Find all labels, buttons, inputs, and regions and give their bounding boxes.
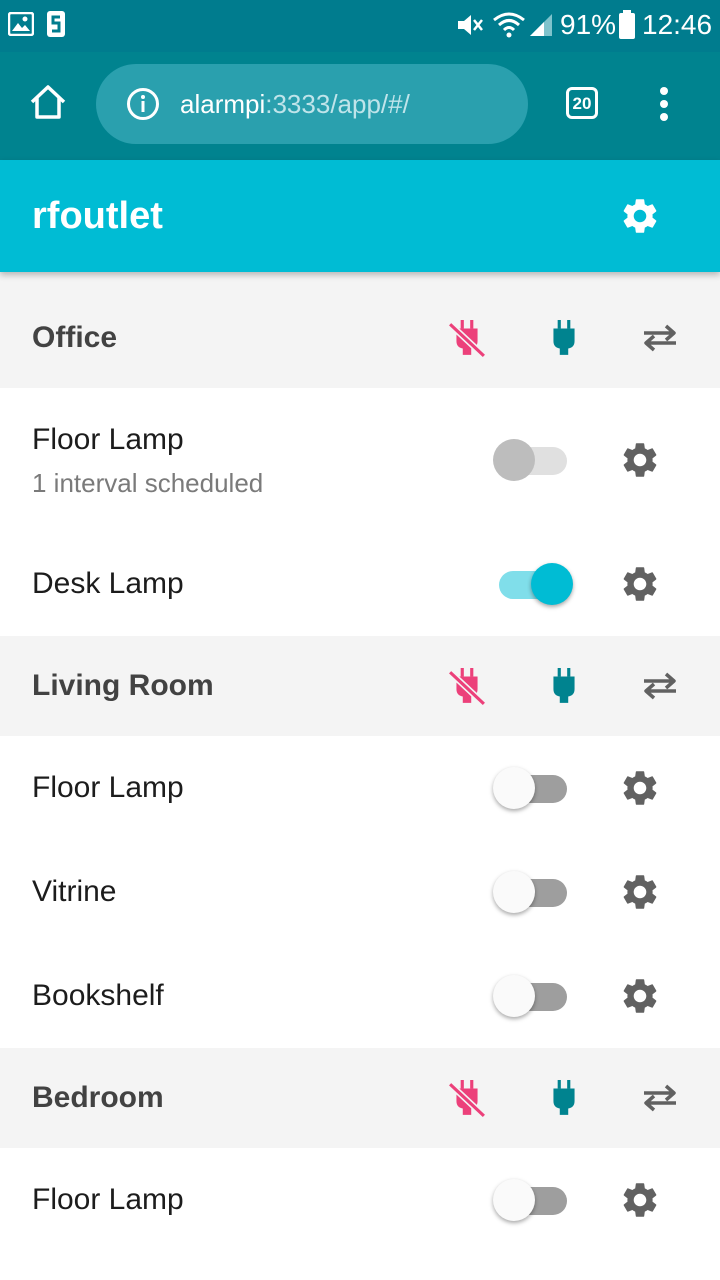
outlet-row[interactable]: Floor Lamp 1 interval scheduled <box>0 388 720 532</box>
toggle-icon[interactable] <box>640 1082 680 1114</box>
gear-icon[interactable] <box>619 439 661 481</box>
status-bar: 91% 12:46 <box>0 0 720 52</box>
group-header-bedroom: Bedroom <box>0 1048 720 1148</box>
group-title: Living Room <box>32 669 214 702</box>
gear-icon[interactable] <box>619 975 661 1017</box>
app-bar: rfoutlet <box>0 160 720 272</box>
outlet-name: Floor Lamp <box>32 423 184 456</box>
outlet-name: Bookshelf <box>32 979 164 1012</box>
power-off-icon[interactable] <box>448 320 486 358</box>
gear-icon[interactable] <box>619 767 661 809</box>
outlet-switch[interactable] <box>493 438 573 482</box>
outlet-schedule-status: 1 interval scheduled <box>32 468 264 498</box>
outlet-row[interactable]: Floor Lamp <box>0 736 720 840</box>
outlet-name: Floor Lamp <box>32 1183 184 1216</box>
group-header-living-room: Living Room <box>0 636 720 736</box>
gear-icon[interactable] <box>619 1179 661 1221</box>
home-icon[interactable] <box>28 82 68 122</box>
outlet-row[interactable]: Vitrine <box>0 840 720 944</box>
info-icon[interactable] <box>126 87 160 121</box>
url-path: :3333/app/#/ <box>265 89 410 119</box>
url-host: alarmpi <box>180 89 266 119</box>
overflow-menu-icon[interactable] <box>656 86 672 126</box>
battery-icon <box>619 10 635 39</box>
outlet-switch[interactable] <box>493 766 573 810</box>
toggle-icon[interactable] <box>640 322 680 354</box>
outlet-row[interactable]: Floor Lamp <box>0 1148 720 1280</box>
power-on-icon[interactable] <box>551 1080 577 1118</box>
url-text[interactable]: alarmpi:3333/app/#/ <box>180 88 410 120</box>
tab-switcher-button[interactable]: 20 <box>566 87 598 119</box>
signal-icon <box>530 14 552 36</box>
power-off-icon[interactable] <box>448 668 486 706</box>
browser-toolbar: alarmpi:3333/app/#/ 20 <box>0 52 720 160</box>
power-off-icon[interactable] <box>448 1080 486 1118</box>
outlet-name: Vitrine <box>32 875 117 908</box>
power-on-icon[interactable] <box>551 668 577 706</box>
toggle-icon[interactable] <box>640 670 680 702</box>
group-header-office: Office <box>0 288 720 388</box>
battery-percent: 91% <box>560 9 617 40</box>
app-notification-icon <box>47 11 65 37</box>
power-on-icon[interactable] <box>551 320 577 358</box>
outlet-switch[interactable] <box>493 1178 573 1222</box>
gear-icon[interactable] <box>619 563 661 605</box>
app-settings-gear-icon[interactable] <box>619 195 661 237</box>
outlet-row[interactable]: Bookshelf <box>0 944 720 1048</box>
outlet-switch[interactable] <box>493 562 573 606</box>
clock: 12:46 <box>642 9 713 40</box>
group-title: Office <box>32 321 118 354</box>
outlet-name: Floor Lamp <box>32 771 184 804</box>
group-title: Bedroom <box>32 1081 164 1114</box>
gallery-notification-icon <box>8 12 34 36</box>
mute-icon <box>458 15 483 35</box>
app-title: rfoutlet <box>32 195 163 237</box>
outlet-switch[interactable] <box>493 974 573 1018</box>
wifi-icon <box>493 12 525 38</box>
gear-icon[interactable] <box>619 871 661 913</box>
outlet-switch[interactable] <box>493 870 573 914</box>
outlet-name: Desk Lamp <box>32 567 184 600</box>
address-bar[interactable]: alarmpi:3333/app/#/ <box>96 64 528 144</box>
outlet-row[interactable]: Desk Lamp <box>0 532 720 636</box>
